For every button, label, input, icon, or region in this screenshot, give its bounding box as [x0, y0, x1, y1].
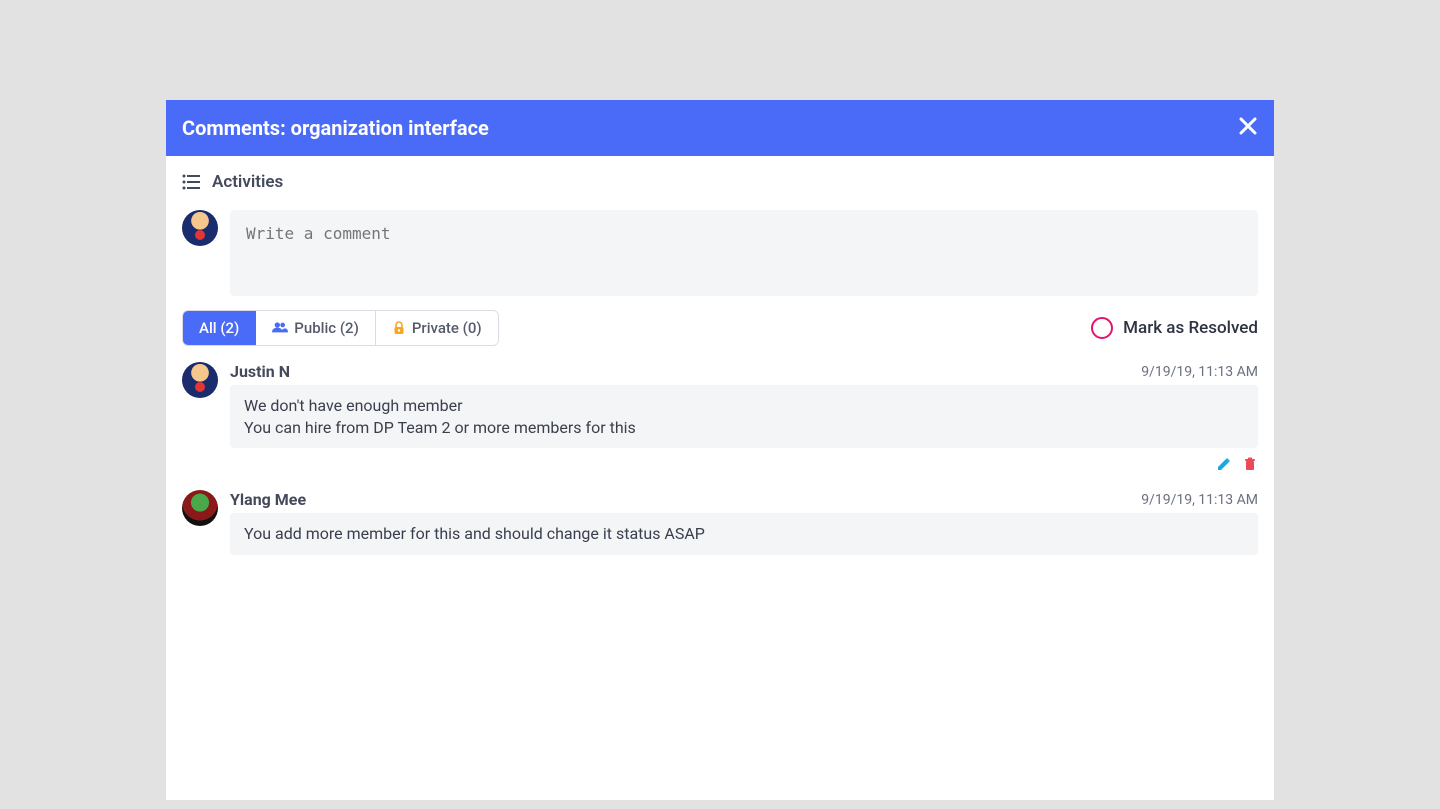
comment-body: You add more member for this and should …	[230, 513, 1258, 555]
comment-actions	[230, 448, 1258, 472]
composer-row	[182, 210, 1258, 296]
filter-tabs: All (2) Public (2)	[182, 310, 499, 346]
comment-author: Ylang Mee	[230, 490, 306, 509]
lock-icon	[392, 321, 406, 335]
edit-icon[interactable]	[1216, 456, 1232, 472]
comment-content: Justin N 9/19/19, 11:13 AM We don't have…	[230, 362, 1258, 472]
tab-all-label: All (2)	[199, 319, 239, 337]
tab-public-label: Public (2)	[294, 319, 359, 337]
comment-avatar	[182, 490, 218, 526]
tab-all[interactable]: All (2)	[183, 311, 256, 345]
tab-private[interactable]: Private (0)	[376, 311, 498, 345]
list-icon	[182, 173, 200, 191]
comment-time: 9/19/19, 11:13 AM	[1141, 364, 1258, 380]
modal-title: Comments: organization interface	[182, 116, 489, 140]
modal-header: Comments: organization interface	[166, 100, 1274, 156]
filter-row: All (2) Public (2)	[182, 310, 1258, 346]
activities-label: Activities	[212, 172, 283, 192]
comment-input[interactable]	[230, 210, 1258, 296]
comments-modal: Comments: organization interface Activit…	[166, 100, 1274, 800]
tab-private-label: Private (0)	[412, 319, 482, 337]
comment-header: Ylang Mee 9/19/19, 11:13 AM	[230, 490, 1258, 509]
comment-header: Justin N 9/19/19, 11:13 AM	[230, 362, 1258, 381]
resolve-circle-icon	[1091, 317, 1113, 339]
comment-time: 9/19/19, 11:13 AM	[1141, 492, 1258, 508]
tab-public[interactable]: Public (2)	[256, 311, 376, 345]
mark-resolved-toggle[interactable]: Mark as Resolved	[1091, 317, 1258, 339]
comment-author: Justin N	[230, 362, 290, 381]
delete-icon[interactable]	[1242, 456, 1258, 472]
close-icon[interactable]	[1238, 116, 1258, 140]
people-icon	[272, 319, 288, 337]
comment-avatar	[182, 362, 218, 398]
comment-item: Justin N 9/19/19, 11:13 AM We don't have…	[182, 362, 1258, 472]
activities-header: Activities	[182, 172, 1258, 192]
comment-content: Ylang Mee 9/19/19, 11:13 AM You add more…	[230, 490, 1258, 555]
comment-body: We don't have enough member You can hire…	[230, 385, 1258, 448]
modal-body: Activities All (2)	[166, 156, 1274, 800]
resolve-label: Mark as Resolved	[1123, 318, 1258, 338]
current-user-avatar	[182, 210, 218, 246]
comment-item: Ylang Mee 9/19/19, 11:13 AM You add more…	[182, 490, 1258, 555]
